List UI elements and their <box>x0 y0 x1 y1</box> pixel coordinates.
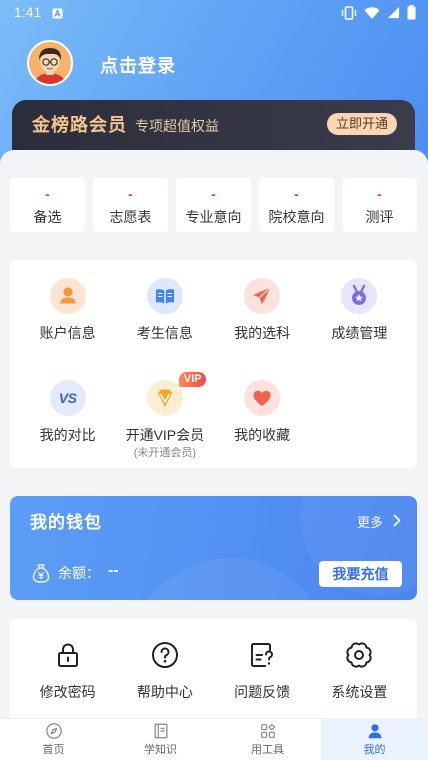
vip-status-label: (未开通会员) <box>133 447 197 459</box>
tab-home[interactable]: 首页 <box>0 719 107 760</box>
tab-label: 我的 <box>363 744 386 756</box>
lock-icon <box>53 640 83 670</box>
battery-icon <box>407 5 416 20</box>
menu-my-comparison[interactable]: VS 我的对比 <box>19 380 116 470</box>
tool-label: 系统设置 <box>331 684 388 700</box>
compass-icon <box>45 722 63 740</box>
menu-label: 成绩管理 <box>331 325 388 341</box>
menu-account-info[interactable]: 账户信息 <box>19 278 116 368</box>
tab-label: 用工具 <box>251 744 284 756</box>
book-icon <box>152 722 170 740</box>
signal-icon <box>387 6 400 19</box>
menu-label: 账户信息 <box>39 325 96 341</box>
vs-icon-text: VS <box>58 390 77 406</box>
tool-label: 修改密码 <box>39 684 96 700</box>
vibrate-icon <box>341 5 357 20</box>
book-icon <box>146 278 183 314</box>
menu-grid: 账户信息 考生信息 我的选科 成绩管理 VS 我的对比 VIP 开通VIP会员 … <box>10 260 417 468</box>
stat-value: - <box>294 186 299 202</box>
tool-change-password[interactable]: 修改密码 <box>19 619 116 719</box>
app-root: 1:41 点击登录 金榜路会员 专项超值权益 立即开通 - 备选 - 志愿表 -… <box>0 0 428 760</box>
balance-label: 余额： <box>58 565 100 581</box>
vip-subtitle: 专项超值权益 <box>135 118 219 134</box>
feedback-icon <box>247 640 277 670</box>
stat-label: 备选 <box>33 209 62 225</box>
wifi-icon <box>364 6 380 20</box>
tool-label: 帮助中心 <box>136 684 193 700</box>
menu-score-management[interactable]: 成绩管理 <box>311 278 408 368</box>
stat-application-form[interactable]: - 志愿表 <box>93 178 168 232</box>
login-link[interactable]: 点击登录 <box>100 54 176 78</box>
tool-label: 问题反馈 <box>234 684 291 700</box>
open-vip-button[interactable]: 立即开通 <box>327 113 397 135</box>
balance-value: -- <box>108 562 119 579</box>
stat-label: 志愿表 <box>109 209 152 225</box>
stat-label: 院校意向 <box>268 209 325 225</box>
recharge-button[interactable]: 我要充值 <box>319 561 402 587</box>
menu-label: 我的收藏 <box>234 427 291 443</box>
wallet-card: 我的钱包 更多 余额： -- 我要充值 <box>10 496 417 600</box>
menu-open-vip[interactable]: VIP 开通VIP会员 (未开通会员) <box>116 372 213 470</box>
status-bar: 1:41 <box>0 0 428 24</box>
stat-college-intent[interactable]: - 院校意向 <box>259 178 334 232</box>
notification-icon <box>52 6 63 19</box>
wallet-decoration <box>130 558 330 600</box>
money-bag-icon <box>30 562 52 584</box>
tab-label: 学知识 <box>144 744 177 756</box>
apps-icon <box>259 722 277 740</box>
gear-icon <box>344 640 374 670</box>
menu-subject-selection[interactable]: 我的选科 <box>214 278 311 368</box>
menu-label: 我的对比 <box>39 427 96 443</box>
menu-my-favorites[interactable]: 我的收藏 <box>214 380 311 470</box>
status-icons <box>341 5 416 20</box>
tab-mine[interactable]: 我的 <box>321 719 428 760</box>
wallet-more-label: 更多 <box>356 515 383 530</box>
person-icon <box>366 722 384 740</box>
tab-tools[interactable]: 用工具 <box>214 719 321 760</box>
stat-shortlist[interactable]: - 备选 <box>10 178 85 232</box>
person-icon <box>49 278 86 314</box>
vip-title: 金榜路会员 <box>32 115 127 135</box>
stat-value: - <box>211 186 216 202</box>
stat-major-intent[interactable]: - 专业意向 <box>176 178 251 232</box>
vip-badge: VIP <box>179 372 207 387</box>
menu-label: 考生信息 <box>136 325 193 341</box>
stat-value: - <box>377 186 382 202</box>
status-time: 1:41 <box>14 4 42 20</box>
paper-plane-icon <box>244 278 281 314</box>
menu-student-info[interactable]: 考生信息 <box>116 278 213 368</box>
stat-assessment[interactable]: - 测评 <box>342 178 417 232</box>
stat-value: - <box>45 186 50 202</box>
stat-value: - <box>128 186 133 202</box>
tool-system-settings[interactable]: 系统设置 <box>311 619 408 719</box>
tab-learn[interactable]: 学知识 <box>107 719 214 760</box>
bottom-tab-bar: 首页 学知识 用工具 我的 <box>0 718 428 760</box>
stat-label: 测评 <box>365 209 394 225</box>
menu-label: 我的选科 <box>234 325 291 341</box>
tool-help-center[interactable]: 帮助中心 <box>116 619 213 719</box>
vs-icon: VS <box>49 380 86 416</box>
wallet-title: 我的钱包 <box>30 513 102 532</box>
stat-label: 专业意向 <box>185 209 242 225</box>
menu-label: 开通VIP会员 <box>125 427 205 443</box>
wallet-more-link[interactable]: 更多 <box>357 514 401 532</box>
avatar-icon[interactable] <box>27 40 73 86</box>
heart-icon <box>244 380 281 416</box>
help-icon <box>150 640 180 670</box>
tab-label: 首页 <box>42 744 65 756</box>
diamond-icon <box>146 380 183 416</box>
tool-feedback[interactable]: 问题反馈 <box>214 619 311 719</box>
chevron-right-icon <box>393 514 401 532</box>
medal-icon <box>341 278 378 314</box>
